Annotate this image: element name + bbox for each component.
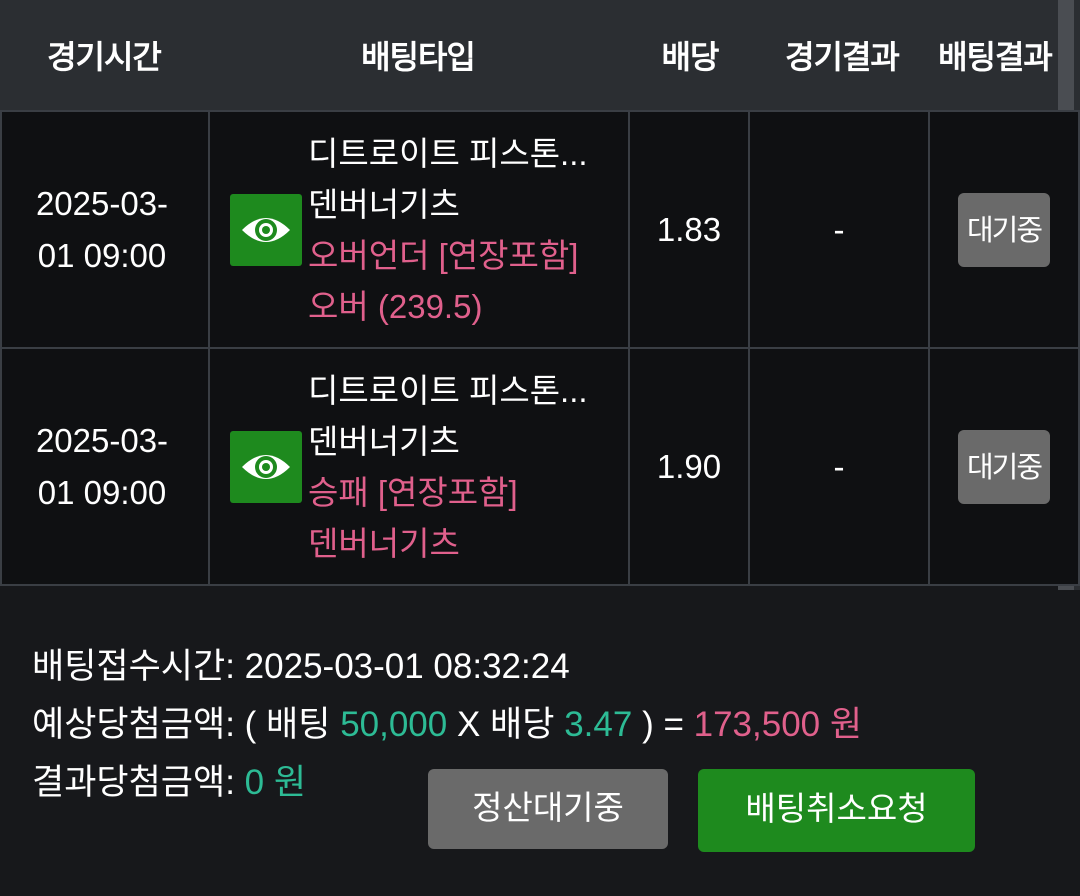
eye-icon[interactable]: [230, 430, 302, 503]
x-odds-label: X 배당: [456, 705, 555, 744]
header-bet-type: 배팅타입: [361, 38, 476, 76]
cancel-bet-request-button[interactable]: 배팅취소요청: [698, 769, 975, 852]
stake-amount: 50,000: [340, 705, 448, 744]
received-time-label: 배팅접수시간:: [32, 647, 235, 686]
bet-type-cell: 디트로이트 피스톤... 덴버너기츠 오버언더 [연장포함] 오버 (239.5…: [208, 110, 630, 349]
status-badge: 대기중: [958, 429, 1050, 504]
result-win-label: 결과당첨금액:: [32, 763, 235, 802]
table-header: 경기시간 배팅타입 배당 경기결과 배팅결과: [0, 0, 1058, 110]
settle-pending-button[interactable]: 정산대기중: [428, 769, 668, 849]
match-result-value: -: [748, 347, 930, 586]
bet-pick: 덴버너기츠: [308, 524, 460, 562]
bet-type-cell: 디트로이트 피스톤... 덴버너기츠 승패 [연장포함] 덴버너기츠: [208, 347, 630, 586]
match-home-team: 디트로이트 피스톤...: [308, 371, 588, 409]
match-away-team: 덴버너기츠: [308, 422, 460, 460]
header-match-time: 경기시간: [47, 38, 162, 76]
match-time-date: 2025-03-: [35, 421, 169, 459]
bet-pick: 오버 (239.5): [308, 287, 483, 325]
match-away-team: 덴버너기츠: [308, 185, 460, 223]
match-result-value: -: [748, 110, 930, 349]
match-time-clock: 01 09:00: [37, 236, 167, 274]
received-time-value: 2025-03-01 08:32:24: [244, 647, 570, 686]
header-bet-result: 배팅결과: [938, 38, 1053, 76]
odds-value: 1.90: [628, 347, 750, 586]
received-time-line: 배팅접수시간: 2025-03-01 08:32:24: [32, 638, 862, 696]
match-time: 2025-03- 01 09:00: [0, 347, 210, 586]
match-time-date: 2025-03-: [35, 184, 169, 222]
bet-status-cell: 대기중: [928, 110, 1080, 349]
result-win-amount: 0 원: [244, 763, 307, 802]
table-row: 2025-03- 01 09:00 디트로이트 피스톤...: [0, 110, 1080, 349]
bet-detail-page: 경기시간 배팅타입 배당 경기결과 배팅결과 2025-03- 01 09:00: [0, 0, 1080, 896]
expected-win-line: 예상당첨금액: ( 배팅 50,000 X 배당 3.47 ) = 173,50…: [32, 696, 862, 754]
status-badge: 대기중: [958, 192, 1050, 267]
bet-table: 2025-03- 01 09:00 디트로이트 피스톤... 덴버너기츠 오버언…: [0, 110, 1080, 586]
bet-status-cell: 대기중: [928, 347, 1080, 586]
total-odds: 3.47: [564, 705, 633, 744]
header-match-result: 경기결과: [785, 38, 900, 76]
expected-win-amount: 173,500 원: [693, 705, 863, 744]
odds-value: 1.83: [628, 110, 750, 349]
expected-open-text: ( 배팅: [244, 705, 331, 744]
expected-close-text: ) =: [642, 705, 684, 744]
header-odds: 배당: [661, 38, 720, 76]
expected-win-label: 예상당첨금액:: [32, 705, 235, 744]
eye-icon[interactable]: [230, 193, 302, 266]
match-time: 2025-03- 01 09:00: [0, 110, 210, 349]
table-row: 2025-03- 01 09:00 디트로이트 피스톤...: [0, 347, 1080, 586]
bet-market: 오버언더 [연장포함]: [308, 236, 579, 274]
match-time-clock: 01 09:00: [37, 473, 167, 511]
match-home-team: 디트로이트 피스톤...: [308, 134, 588, 172]
bet-market: 승패 [연장포함]: [308, 473, 518, 511]
